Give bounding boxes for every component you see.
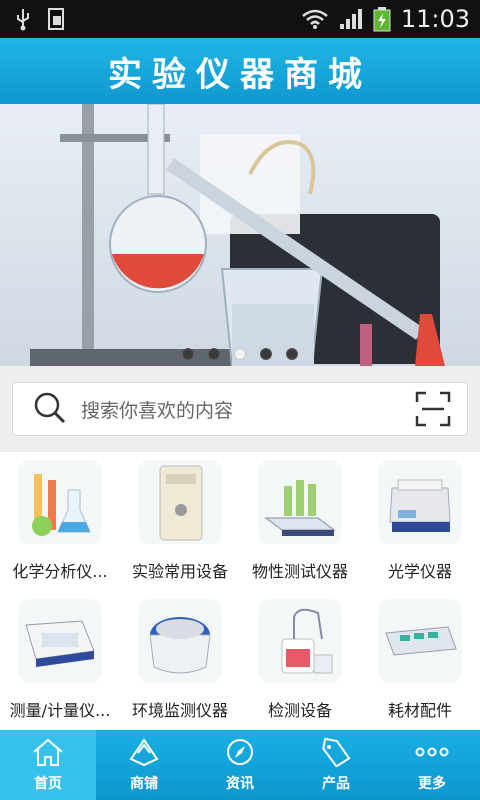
wifi-icon: [302, 9, 328, 29]
search-placeholder: 搜索你喜欢的内容: [81, 399, 234, 422]
category-label: 检测设备: [267, 701, 332, 720]
home-icon: [33, 738, 63, 766]
carousel-dot-active[interactable]: [234, 348, 246, 360]
category-item[interactable]: 光学仪器: [360, 452, 480, 591]
search-input[interactable]: 搜索你喜欢的内容: [12, 382, 468, 436]
category-item[interactable]: 物性测试仪器: [240, 452, 360, 591]
sim-card-icon: [48, 8, 64, 30]
signal-icon: [339, 9, 362, 29]
scan-icon[interactable]: [415, 391, 451, 427]
flasks-icon: [18, 460, 102, 544]
tab-more[interactable]: 更多: [384, 730, 480, 800]
category-label: 物性测试仪器: [251, 562, 348, 581]
tag-icon: [322, 737, 351, 767]
category-label: 光学仪器: [387, 562, 452, 581]
search-icon: [34, 392, 66, 424]
clock: 11:03: [400, 5, 470, 33]
gel-tray-icon: [378, 599, 462, 683]
tab-label: 商铺: [130, 776, 158, 792]
tab-label: 资讯: [226, 776, 254, 792]
category-label: 耗材配件: [387, 701, 452, 720]
store-icon: [129, 738, 159, 767]
tab-label: 更多: [418, 776, 446, 792]
carousel-dot[interactable]: [182, 348, 194, 360]
category-label: 环境监测仪器: [131, 701, 228, 720]
carousel-dot[interactable]: [286, 348, 298, 360]
tab-label: 产品: [322, 776, 350, 792]
tab-store[interactable]: 商铺: [96, 730, 192, 800]
category-label: 实验常用设备: [131, 562, 228, 581]
category-item[interactable]: 实验常用设备: [120, 452, 240, 591]
tab-products[interactable]: 产品: [288, 730, 384, 800]
category-label: 化学分析仪...: [12, 562, 108, 581]
category-grid: 化学分析仪... 实验常用设备 物性测试仪器 光学仪器 测量/计量仪... 环境…: [0, 452, 480, 730]
vacuum-pump-icon: [258, 599, 342, 683]
compass-icon: [227, 739, 253, 765]
tab-label: 首页: [34, 776, 62, 792]
battery-charging-icon: [373, 7, 391, 32]
tab-news[interactable]: 资讯: [192, 730, 288, 800]
carousel-dot[interactable]: [208, 348, 220, 360]
category-item[interactable]: 耗材配件: [360, 591, 480, 730]
bottom-tab-bar: 首页 商铺 资讯 产品 更多: [0, 730, 480, 800]
water-purifier-icon: [138, 460, 222, 544]
category-item[interactable]: 化学分析仪...: [0, 452, 120, 591]
tab-home[interactable]: 首页: [0, 730, 96, 800]
page-title: 实验仪器商城: [108, 54, 372, 95]
centrifuge-icon: [138, 599, 222, 683]
app-header: 实验仪器商城: [0, 38, 480, 104]
category-item[interactable]: 测量/计量仪...: [0, 591, 120, 730]
electrophoresis-icon: [18, 599, 102, 683]
category-label: 测量/计量仪...: [9, 701, 111, 720]
category-item[interactable]: 检测设备: [240, 591, 360, 730]
banner-carousel[interactable]: [0, 104, 480, 366]
usb-icon: [17, 9, 29, 31]
search-section: 搜索你喜欢的内容: [0, 366, 480, 452]
pcr-machine-icon: [378, 460, 462, 544]
carousel-dot[interactable]: [260, 348, 272, 360]
banner-image: [0, 104, 480, 366]
more-icon: [415, 747, 449, 757]
status-bar: 11:03: [0, 0, 480, 38]
carousel-indicators: [0, 348, 480, 360]
shaker-icon: [258, 460, 342, 544]
category-item[interactable]: 环境监测仪器: [120, 591, 240, 730]
